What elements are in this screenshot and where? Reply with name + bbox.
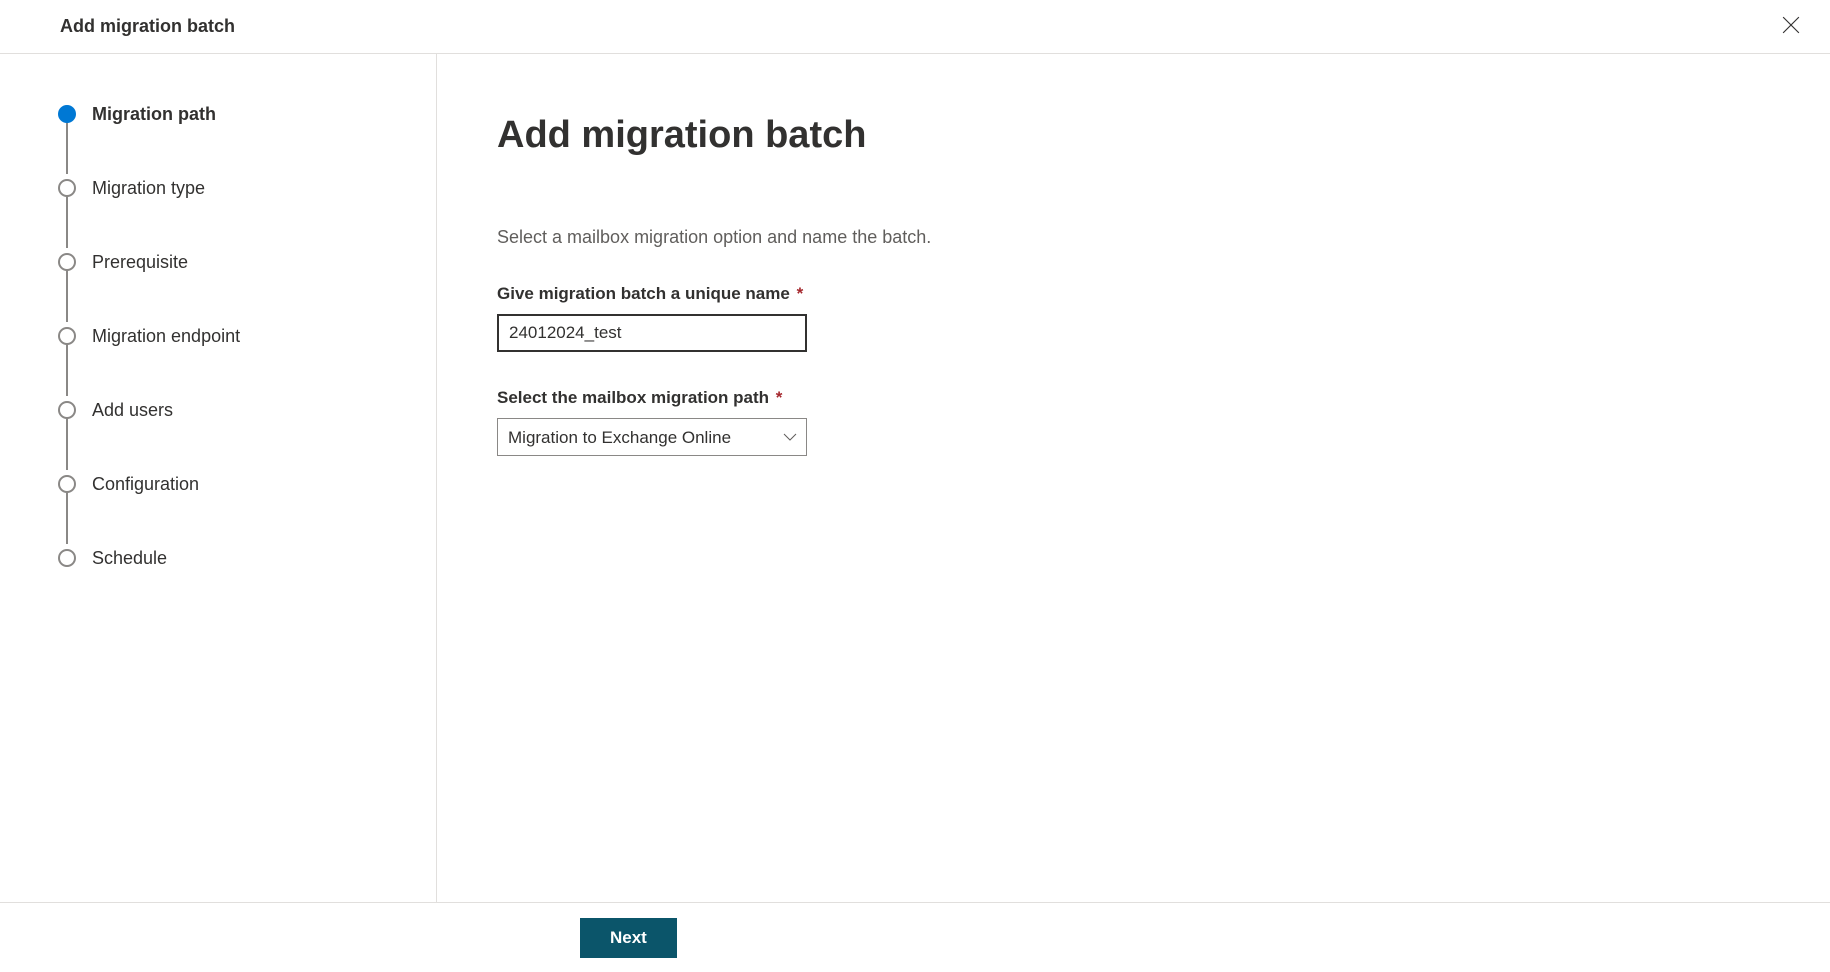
step-label: Prerequisite <box>92 252 188 273</box>
step-indicator-icon <box>58 253 76 271</box>
required-indicator: * <box>797 284 804 303</box>
step-label: Migration type <box>92 178 205 199</box>
step-schedule[interactable]: Schedule <box>58 546 406 570</box>
step-connector <box>66 492 68 544</box>
step-prerequisite[interactable]: Prerequisite <box>58 250 406 274</box>
step-indicator-icon <box>58 327 76 345</box>
migration-path-label: Select the mailbox migration path * <box>497 388 1770 408</box>
migration-path-label-text: Select the mailbox migration path <box>497 388 769 407</box>
batch-name-label-text: Give migration batch a unique name <box>497 284 790 303</box>
step-label: Migration path <box>92 104 216 125</box>
step-label: Add users <box>92 400 173 421</box>
page-title: Add migration batch <box>497 114 1770 157</box>
step-indicator-icon <box>58 105 76 123</box>
dialog-footer: Next <box>0 902 1830 972</box>
batch-name-input[interactable] <box>497 314 807 352</box>
step-connector <box>66 196 68 248</box>
step-label: Configuration <box>92 474 199 495</box>
migration-path-group: Select the mailbox migration path * Migr… <box>497 388 1770 456</box>
batch-name-label: Give migration batch a unique name * <box>497 284 1770 304</box>
migration-path-select-wrapper: Migration to Exchange Online <box>497 418 807 456</box>
step-label: Migration endpoint <box>92 326 240 347</box>
migration-path-select[interactable]: Migration to Exchange Online <box>497 418 807 456</box>
step-connector <box>66 122 68 174</box>
main-content: Add migration batch Select a mailbox mig… <box>437 54 1830 902</box>
wizard-steps-sidebar: Migration path Migration type Prerequisi… <box>0 54 437 902</box>
step-add-users[interactable]: Add users <box>58 398 406 422</box>
next-button[interactable]: Next <box>580 918 677 958</box>
close-button[interactable] <box>1776 10 1806 43</box>
dialog-title: Add migration batch <box>60 16 235 37</box>
dialog-header: Add migration batch <box>0 0 1830 54</box>
batch-name-group: Give migration batch a unique name * <box>497 284 1770 352</box>
step-indicator-icon <box>58 549 76 567</box>
step-connector <box>66 270 68 322</box>
step-indicator-icon <box>58 179 76 197</box>
dialog-body: Migration path Migration type Prerequisi… <box>0 54 1830 902</box>
step-label: Schedule <box>92 548 167 569</box>
step-connector <box>66 344 68 396</box>
step-migration-path[interactable]: Migration path <box>58 102 406 126</box>
step-configuration[interactable]: Configuration <box>58 472 406 496</box>
required-indicator: * <box>776 388 783 407</box>
step-indicator-icon <box>58 475 76 493</box>
close-icon <box>1782 16 1800 37</box>
step-migration-type[interactable]: Migration type <box>58 176 406 200</box>
step-indicator-icon <box>58 401 76 419</box>
step-connector <box>66 418 68 470</box>
step-migration-endpoint[interactable]: Migration endpoint <box>58 324 406 348</box>
page-description: Select a mailbox migration option and na… <box>497 227 1770 248</box>
step-list: Migration path Migration type Prerequisi… <box>58 102 406 570</box>
